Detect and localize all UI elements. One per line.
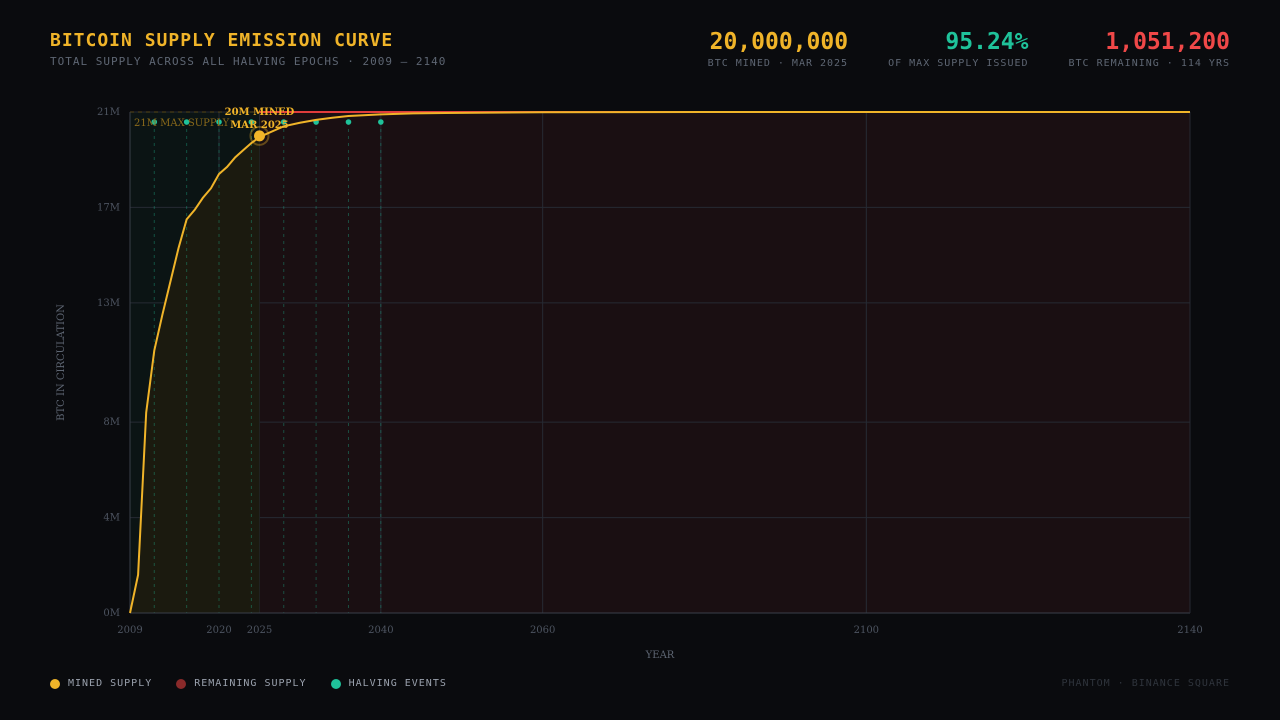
- y-tick-label: 21M: [97, 107, 120, 118]
- y-tick-label: 0M: [103, 608, 120, 619]
- legend-mined-swatch: [50, 678, 60, 689]
- legend-mined-label: MINED SUPPLY: [68, 678, 153, 689]
- legend-halving-label: HALVING EVENTS: [348, 678, 447, 689]
- x-axis-title: YEAR: [645, 650, 675, 661]
- x-tick-label: 2020: [206, 625, 231, 636]
- y-tick-label: 17M: [97, 202, 120, 213]
- y-tick-label: 4M: [103, 513, 120, 524]
- x-tick-label: 2009: [117, 625, 142, 636]
- y-axis-title: BTC IN CIRCULATION: [56, 304, 67, 421]
- halving-marker: [345, 119, 352, 125]
- credit-text: PHANTOM · BINANCE SQUARE: [1061, 678, 1230, 689]
- legend-halving-swatch: [330, 678, 341, 689]
- legend-remaining-label: REMAINING SUPPLY: [194, 678, 307, 689]
- legend-item-halving: HALVING EVENTS: [330, 678, 447, 689]
- x-tick-label: 2100: [854, 625, 879, 636]
- highlight-label-line1: 20M MINED: [225, 107, 295, 118]
- x-tick-label: 2060: [530, 625, 555, 636]
- x-tick-label: 2025: [247, 625, 272, 636]
- highlight-point: [253, 130, 265, 142]
- highlight-label-line2: MAR 2025: [230, 120, 288, 131]
- halving-marker: [378, 119, 384, 125]
- x-tick-label: 2140: [1177, 625, 1202, 636]
- y-tick-label: 8M: [103, 417, 120, 428]
- max-supply-label: 21M MAX SUPPLY: [134, 118, 230, 129]
- remaining-supply-region: [259, 112, 1190, 613]
- supply-chart: 21M MAX SUPPLY20M MINED MAR 2025 0M 4M 8M 13M…: [56, 107, 1203, 661]
- legend-item-remaining: REMAINING SUPPLY: [176, 678, 306, 689]
- legend-remaining-swatch: [176, 678, 187, 689]
- x-tick-label: 2040: [368, 625, 393, 636]
- legend-item-mined: MINED SUPPLY: [50, 678, 152, 689]
- legend: MINED SUPPLY REMAINING SUPPLY HALVING EV…: [50, 678, 447, 689]
- y-tick-label: 13M: [97, 298, 120, 309]
